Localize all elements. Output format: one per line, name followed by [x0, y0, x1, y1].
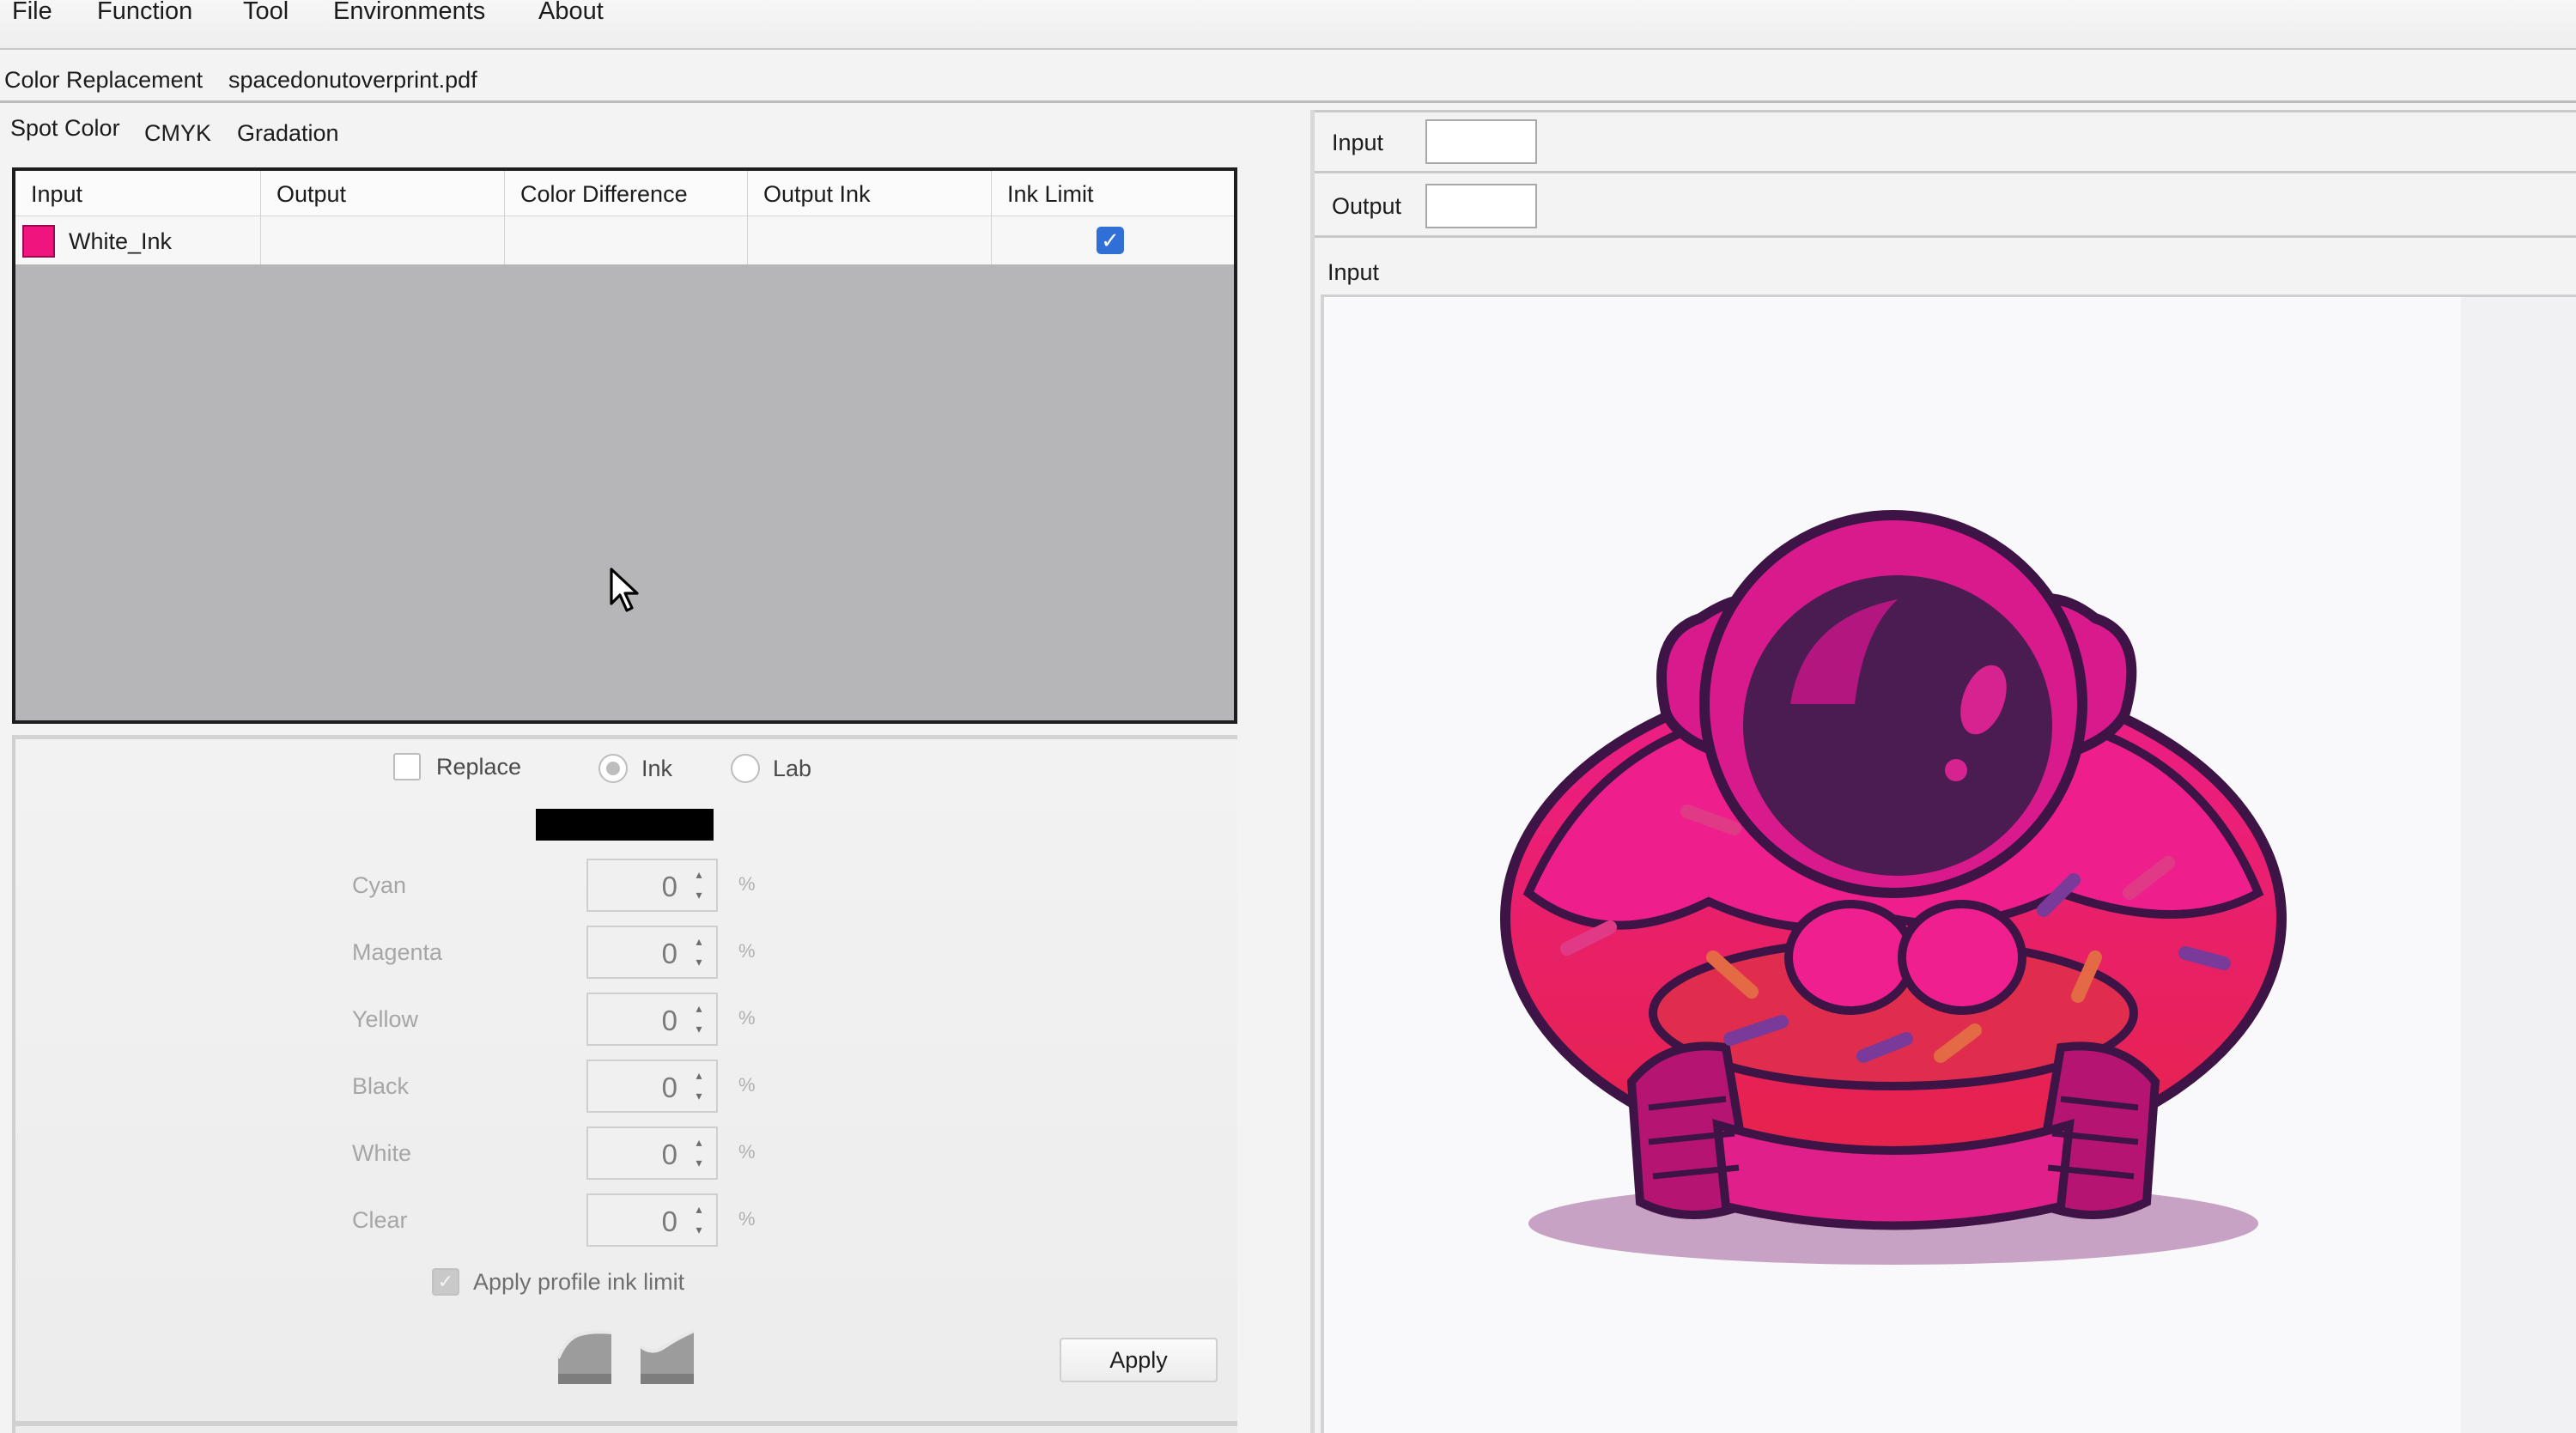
spot-color-table[interactable]: Input Output Color Difference Output Ink…	[12, 167, 1237, 724]
curve-shape-1-icon[interactable]	[555, 1324, 615, 1387]
apply-button[interactable]: Apply	[1060, 1338, 1218, 1382]
clear-stepper[interactable]: 0 ▴ ▾	[586, 1193, 718, 1247]
replace-label: Replace	[436, 754, 522, 780]
yellow-label: Yellow	[352, 1006, 419, 1032]
tab-spot-color[interactable]: Spot Color	[10, 115, 120, 142]
magenta-value: 0	[661, 938, 677, 969]
input-ink-name: White_Ink	[69, 228, 173, 254]
preview-title: Input	[1327, 259, 1380, 285]
black-unit: %	[738, 1074, 756, 1096]
white-stepper[interactable]: 0 ▴ ▾	[586, 1126, 718, 1180]
spin-arrows-icon[interactable]: ▴ ▾	[689, 1132, 709, 1175]
table-row[interactable]: White_Ink ✓	[15, 216, 1234, 264]
clear-label: Clear	[352, 1207, 408, 1233]
lab-radio-label: Lab	[773, 756, 812, 781]
cell-input[interactable]: White_Ink	[15, 216, 261, 264]
ink-radio-label: Ink	[641, 756, 673, 781]
output-swatch-label: Output	[1332, 193, 1402, 219]
spin-arrows-icon[interactable]: ▴ ▾	[689, 1199, 709, 1242]
title-row: Color Replacement spacedonutoverprint.pd…	[0, 53, 2576, 103]
yellow-value: 0	[661, 1005, 677, 1036]
menu-bar: File Function Tool Environments About	[0, 0, 2576, 50]
input-swatch-row: Input	[1315, 110, 2576, 173]
column-header-input[interactable]: Input	[15, 171, 261, 216]
menu-file[interactable]: File	[12, 0, 52, 24]
black-stepper[interactable]: 0 ▴ ▾	[586, 1060, 718, 1113]
spin-arrows-icon[interactable]: ▴ ▾	[689, 931, 709, 974]
file-name: spacedonutoverprint.pdf	[228, 67, 477, 93]
module-title: Color Replacement	[4, 67, 204, 93]
ink-radio[interactable]	[598, 754, 628, 783]
magenta-label: Magenta	[352, 939, 443, 965]
yellow-stepper[interactable]: 0 ▴ ▾	[586, 993, 718, 1046]
clear-unit: %	[738, 1208, 756, 1230]
output-color-box	[1425, 184, 1537, 228]
astronaut-donut-illustration	[1500, 510, 2287, 1265]
cell-color-difference[interactable]	[505, 216, 748, 264]
apply-profile-ink-limit-checkbox[interactable]: ✓	[432, 1268, 459, 1296]
pane-divider[interactable]	[1310, 110, 1315, 1433]
cyan-unit: %	[738, 873, 756, 895]
menu-environments[interactable]: Environments	[333, 0, 485, 24]
table-header: Input Output Color Difference Output Ink…	[15, 171, 1234, 216]
magenta-unit: %	[738, 940, 756, 962]
menu-tool[interactable]: Tool	[243, 0, 289, 24]
preview-margin	[2461, 297, 2576, 1433]
menu-about[interactable]: About	[538, 0, 604, 24]
lab-radio[interactable]	[731, 754, 760, 783]
mouse-cursor-icon	[610, 568, 639, 612]
panel-bottom-border	[12, 1421, 1237, 1426]
column-header-color-difference[interactable]: Color Difference	[505, 171, 748, 216]
cell-output-ink[interactable]	[748, 216, 992, 264]
black-label: Black	[352, 1073, 410, 1099]
cyan-value: 0	[661, 871, 677, 902]
column-header-output[interactable]: Output	[261, 171, 505, 216]
input-color-box	[1425, 119, 1537, 164]
curve-shape-2-icon[interactable]	[637, 1324, 697, 1387]
cell-output[interactable]	[261, 216, 505, 264]
clear-value: 0	[661, 1205, 677, 1237]
yellow-unit: %	[738, 1007, 756, 1029]
replacement-color-swatch[interactable]	[536, 809, 714, 841]
menu-function[interactable]: Function	[97, 0, 192, 24]
black-value: 0	[661, 1072, 677, 1103]
cyan-label: Cyan	[352, 872, 407, 898]
ink-limit-checkbox[interactable]: ✓	[1097, 227, 1124, 254]
input-color-swatch	[22, 225, 55, 258]
tab-gradation[interactable]: Gradation	[237, 120, 339, 147]
white-label: White	[352, 1140, 412, 1166]
apply-profile-ink-limit-label: Apply profile ink limit	[473, 1269, 685, 1295]
input-swatch-label: Input	[1332, 130, 1384, 155]
spin-arrows-icon[interactable]: ▴ ▾	[689, 864, 709, 907]
spin-arrows-icon[interactable]: ▴ ▾	[689, 998, 709, 1041]
replace-checkbox[interactable]	[393, 753, 421, 780]
output-swatch-row: Output	[1315, 176, 2576, 238]
column-header-output-ink[interactable]: Output Ink	[748, 171, 992, 216]
magenta-stepper[interactable]: 0 ▴ ▾	[586, 926, 718, 979]
column-header-ink-limit[interactable]: Ink Limit	[992, 171, 1234, 216]
white-value: 0	[661, 1139, 677, 1170]
spin-arrows-icon[interactable]: ▴ ▾	[689, 1065, 709, 1108]
tab-cmyk[interactable]: CMYK	[144, 120, 211, 147]
cyan-stepper[interactable]: 0 ▴ ▾	[586, 859, 718, 912]
white-unit: %	[738, 1141, 756, 1163]
